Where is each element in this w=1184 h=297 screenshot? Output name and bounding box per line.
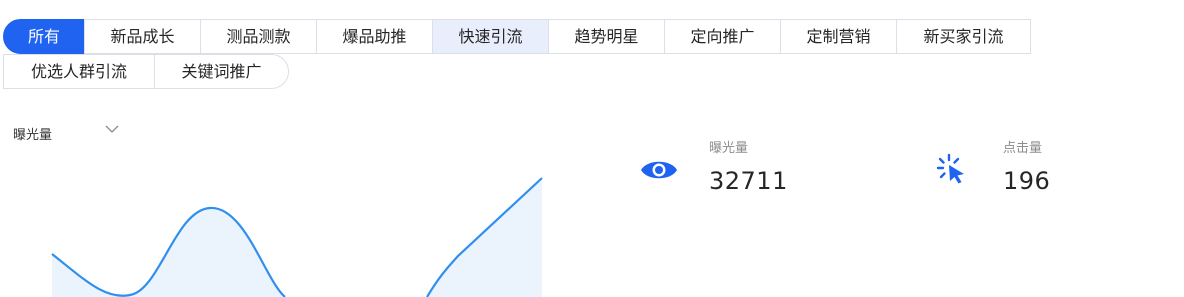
campaign-type-tabs: 所有 新品成长 测品测款 爆品助推 快速引流 趋势明星 定向推广 定制营销 新买… bbox=[3, 19, 1043, 89]
tab-keyword-promotion[interactable]: 关键词推广 bbox=[154, 54, 289, 89]
clicks-value: 196 bbox=[1003, 167, 1051, 195]
impressions-label: 曝光量 bbox=[709, 141, 749, 156]
tab-all[interactable]: 所有 bbox=[3, 19, 85, 54]
tab-targeted-promotion[interactable]: 定向推广 bbox=[664, 19, 781, 54]
tab-row-1: 所有 新品成长 测品测款 爆品助推 快速引流 趋势明星 定向推广 定制营销 新买… bbox=[3, 19, 1043, 54]
tab-row-2: 优选人群引流 关键词推广 bbox=[3, 54, 1043, 89]
tab-trend-star[interactable]: 趋势明星 bbox=[548, 19, 665, 54]
tab-quick-traffic[interactable]: 快速引流 bbox=[432, 19, 549, 54]
click-icon bbox=[936, 153, 964, 184]
impressions-value: 32711 bbox=[709, 167, 788, 195]
tab-new-buyer-traffic[interactable]: 新买家引流 bbox=[896, 19, 1031, 54]
trend-chart bbox=[51, 177, 543, 297]
clicks-label: 点击量 bbox=[1003, 141, 1043, 156]
chevron-down-icon[interactable] bbox=[104, 124, 120, 136]
trend-area bbox=[52, 178, 542, 297]
tab-custom-marketing[interactable]: 定制营销 bbox=[780, 19, 897, 54]
tab-new-product-growth[interactable]: 新品成长 bbox=[84, 19, 201, 54]
eye-icon bbox=[641, 161, 677, 179]
tab-product-testing[interactable]: 测品测款 bbox=[200, 19, 317, 54]
tab-preferred-audience[interactable]: 优选人群引流 bbox=[3, 54, 155, 89]
metric-select[interactable]: 曝光量 bbox=[13, 124, 52, 143]
tab-hot-product-boost[interactable]: 爆品助推 bbox=[316, 19, 433, 54]
